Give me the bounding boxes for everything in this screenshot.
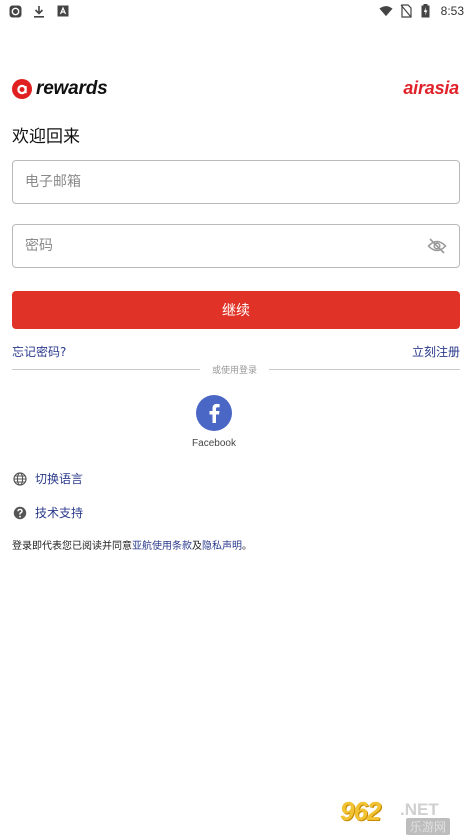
help-icon [12,505,27,520]
rewards-logo: rewards [12,78,108,100]
rewards-logo-text: rewards [36,78,108,99]
divider-line-left [12,368,200,370]
facebook-label: Facebook [192,438,236,449]
facebook-icon[interactable] [196,395,232,431]
wifi-icon [379,4,393,18]
watermark-logo: 962 .NET 乐游网 [334,796,466,836]
terms-suffix: 。 [242,541,252,552]
divider-line-right [269,368,460,370]
password-field[interactable] [12,224,460,268]
status-bar-left [8,4,70,18]
status-time: 8:53 [440,4,464,18]
terms-notice: 登录即代表您已阅读并同意亚航使用条款及隐私声明。 [12,537,252,552]
battery-charging-icon [419,4,433,18]
terms-and: 及 [192,541,202,552]
eye-off-icon[interactable] [427,236,447,256]
tech-support-option[interactable]: 技术支持 [12,504,83,521]
continue-button[interactable]: 继续 [12,291,460,329]
switch-language-label[interactable]: 切换语言 [35,470,83,487]
watermark-cn: 乐游网 [406,818,451,835]
airasia-a-logo-icon [12,79,32,99]
terms-of-use-link[interactable]: 亚航使用条款 [132,541,192,552]
app-badge-icon [8,4,22,18]
email-field[interactable] [12,160,460,204]
privacy-policy-link[interactable]: 隐私声明 [202,541,242,552]
forgot-password-link[interactable]: 忘记密码? [12,343,66,360]
tech-support-label[interactable]: 技术支持 [35,504,83,521]
airasia-logo: airasia [403,78,459,98]
social-divider: 或使用登录 [12,362,460,376]
watermark-net: .NET [400,800,439,819]
status-bar-right: 8:53 [379,4,464,18]
watermark-number: 962 [340,796,381,826]
download-icon [32,4,46,18]
divider-text: 或使用登录 [212,365,258,376]
keyboard-icon [56,4,70,18]
no-sim-icon [399,4,413,18]
sign-up-link[interactable]: 立刻注册 [412,343,460,360]
switch-language-option[interactable]: 切换语言 [12,470,83,487]
email-input[interactable] [25,174,447,190]
terms-prefix: 登录即代表您已阅读并同意 [12,541,132,552]
status-bar: 8:53 [0,0,472,22]
globe-icon [12,471,27,486]
facebook-login-button[interactable]: Facebook [186,395,242,449]
page-title: 欢迎回来 [12,127,80,147]
password-input[interactable] [25,238,427,254]
